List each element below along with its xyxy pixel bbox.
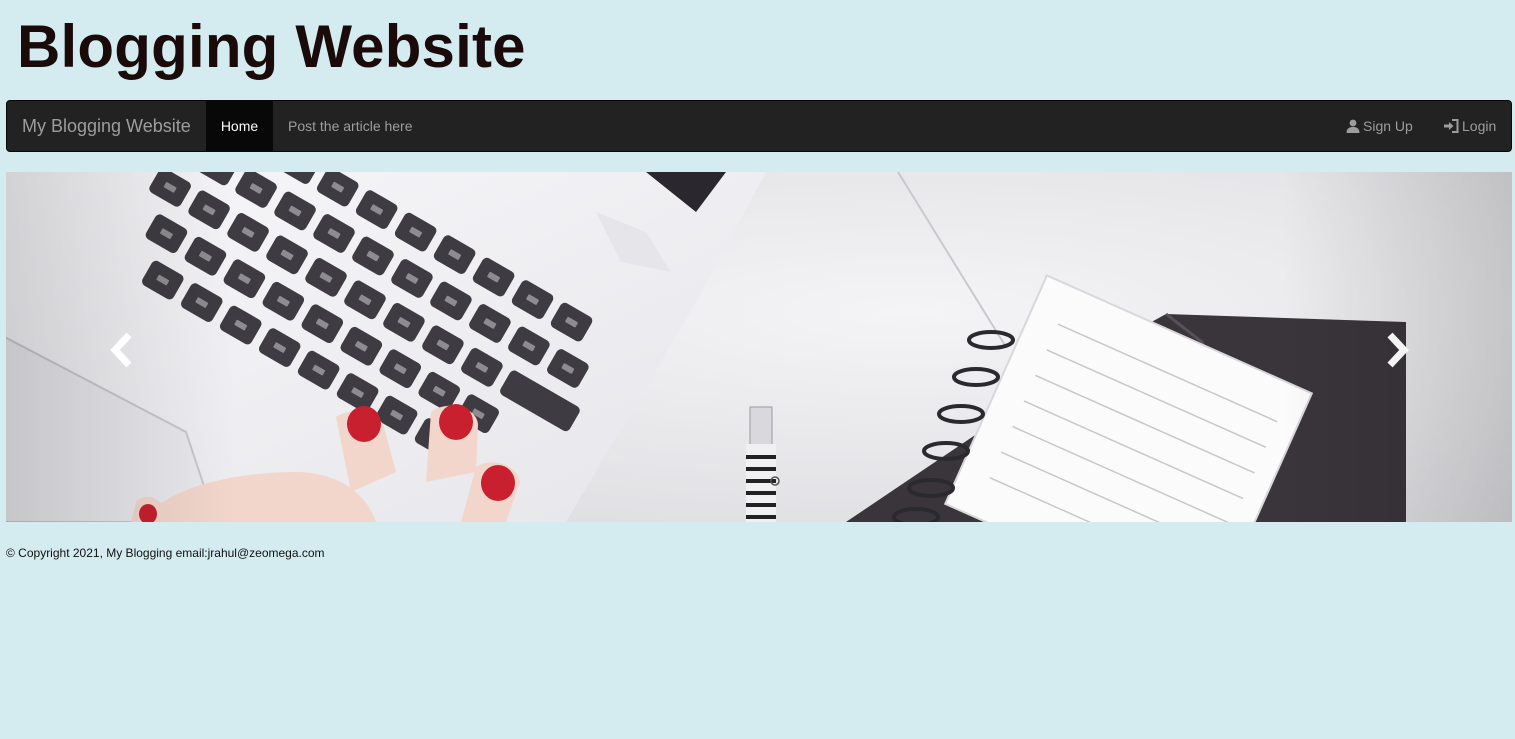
page: Blogging Website My Blogging Website Hom…	[0, 0, 1515, 739]
chevron-left-icon	[110, 332, 132, 368]
sign-up-link[interactable]: Sign Up	[1346, 101, 1413, 151]
navbar: My Blogging Website Home Post the articl…	[6, 100, 1512, 152]
sign-up-label: Sign Up	[1363, 118, 1413, 134]
nav-item-home[interactable]: Home	[206, 101, 273, 151]
user-icon	[1346, 119, 1360, 133]
login-icon	[1443, 119, 1459, 133]
page-title: Blogging Website	[17, 13, 526, 80]
navbar-brand[interactable]: My Blogging Website	[22, 101, 191, 151]
carousel-next-button[interactable]	[1382, 332, 1412, 368]
chevron-right-icon	[1387, 332, 1409, 368]
image-carousel	[6, 172, 1512, 522]
login-label: Login	[1462, 118, 1497, 134]
footer-copyright: © Copyright 2021, My Blogging email:jrah…	[6, 546, 325, 560]
nav-item-post-article[interactable]: Post the article here	[288, 101, 413, 151]
login-link[interactable]: Login	[1443, 101, 1496, 151]
carousel-prev-button[interactable]	[107, 332, 137, 368]
